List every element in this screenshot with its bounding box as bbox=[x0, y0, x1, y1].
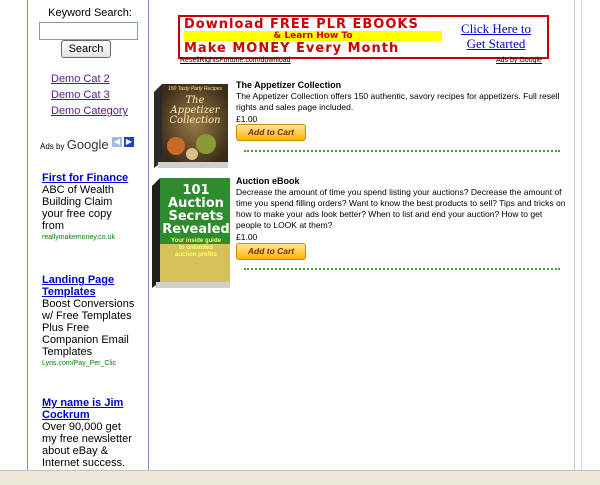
ad-title[interactable]: My name is Jim bbox=[42, 397, 146, 409]
product-divider bbox=[244, 268, 560, 270]
cta-line: Get Started bbox=[466, 36, 526, 51]
ad-line: my free newsletter bbox=[42, 433, 132, 445]
category-link-demo-cat-3[interactable]: Demo Cat 3 bbox=[51, 89, 110, 101]
product-description: Decrease the amount of time you spend li… bbox=[236, 187, 566, 230]
ads-by-text: Ads by bbox=[40, 142, 65, 151]
auction-ebook-cover-image[interactable]: 101 Auction Secrets Revealed Your inside… bbox=[152, 178, 232, 290]
ad-title[interactable]: Landing Page bbox=[42, 274, 146, 286]
ad-title[interactable]: First for Finance bbox=[42, 172, 146, 184]
right-margin bbox=[574, 0, 600, 470]
ad-line: ABC of Wealth bbox=[42, 184, 114, 196]
ad-line: Plus Free bbox=[42, 322, 90, 334]
sidebar-ad-jim-cockrum[interactable]: My name is Jim Cockrum Over 90,000 get m… bbox=[42, 397, 146, 469]
cover-title: 101 Auction Secrets Revealed bbox=[162, 183, 230, 237]
product-price: £1.00 bbox=[236, 114, 258, 124]
keyword-search-input[interactable] bbox=[39, 22, 138, 40]
category-link-demo-category[interactable]: Demo Category bbox=[51, 105, 128, 117]
banner-cta-link[interactable]: Click Here to Get Started bbox=[450, 21, 542, 51]
previous-ad-arrow-icon[interactable]: ◀ bbox=[112, 137, 122, 147]
ad-line: Companion Email bbox=[42, 334, 129, 346]
cover-tagline: 150 Tasty Party Recipes bbox=[167, 86, 222, 92]
ads-by-google-link[interactable]: Ads by Google bbox=[496, 57, 542, 64]
google-logo: Google bbox=[66, 137, 109, 152]
next-ad-arrow-icon[interactable]: ▶ bbox=[124, 137, 134, 147]
left-margin bbox=[0, 0, 26, 470]
plr-ebooks-banner-ad[interactable]: Download FREE PLR EBOOKS & Learn How To … bbox=[178, 15, 549, 59]
sidebar-ad-landing-page-templates[interactable]: Landing Page Templates Boost Conversions… bbox=[42, 274, 146, 370]
sidebar: Keyword Search: Search Demo Cat 2 Demo C… bbox=[27, 0, 149, 470]
ad-title[interactable]: Templates bbox=[42, 286, 146, 298]
banner-source-link[interactable]: ResellRightsFortune.com/download bbox=[180, 57, 291, 64]
keyword-search-label: Keyword Search: bbox=[48, 7, 132, 19]
appetizer-collection-cover-image[interactable]: 150 Tasty Party Recipes The Appetizer Co… bbox=[154, 84, 230, 168]
ad-line: Internet success. bbox=[42, 457, 126, 469]
product-title[interactable]: Auction eBook bbox=[236, 176, 300, 186]
ad-title[interactable]: Cockrum bbox=[42, 409, 146, 421]
cover-title: The Appetizer Collection bbox=[169, 95, 221, 126]
product-divider bbox=[244, 150, 560, 152]
ad-url[interactable]: reallymakemoney.co.uk bbox=[42, 232, 146, 244]
ad-line: Over 90,000 get bbox=[42, 421, 121, 433]
ads-by-google-label[interactable]: Ads by Google bbox=[40, 137, 109, 152]
product-price: £1.00 bbox=[236, 232, 258, 242]
ad-line: about eBay & bbox=[42, 445, 109, 457]
ad-line: from bbox=[42, 220, 64, 232]
banner-headline-2: Make MONEY Every Month bbox=[184, 41, 400, 56]
ad-line: Boost Conversions bbox=[42, 298, 135, 310]
cta-line: Click Here to bbox=[460, 21, 532, 36]
bottom-scrollbar[interactable] bbox=[0, 470, 600, 485]
ad-url[interactable]: Lyris.com/Pay_Per_Clic bbox=[42, 358, 146, 370]
ad-line: Building Claim bbox=[42, 196, 113, 208]
ad-line: your free copy bbox=[42, 208, 112, 220]
search-button[interactable]: Search bbox=[61, 40, 111, 58]
cover-subtitle: Your inside guide to unlimited auction p… bbox=[171, 238, 221, 258]
ad-line: Templates bbox=[42, 346, 93, 358]
page: Keyword Search: Search Demo Cat 2 Demo C… bbox=[0, 0, 600, 485]
ad-line: w/ Free Templates bbox=[42, 310, 132, 322]
sidebar-ad-first-for-finance[interactable]: First for Finance ABC of Wealth Building… bbox=[42, 172, 146, 244]
product-title[interactable]: The Appetizer Collection bbox=[236, 80, 341, 90]
product-description: The Appetizer Collection offers 150 auth… bbox=[236, 91, 560, 112]
banner-headline: Download FREE PLR EBOOKS bbox=[184, 17, 419, 32]
add-to-cart-button[interactable]: Add to Cart bbox=[236, 243, 306, 260]
add-to-cart-button[interactable]: Add to Cart bbox=[236, 124, 306, 141]
category-link-demo-cat-2[interactable]: Demo Cat 2 bbox=[51, 73, 110, 85]
banner-subline: & Learn How To bbox=[184, 31, 442, 41]
